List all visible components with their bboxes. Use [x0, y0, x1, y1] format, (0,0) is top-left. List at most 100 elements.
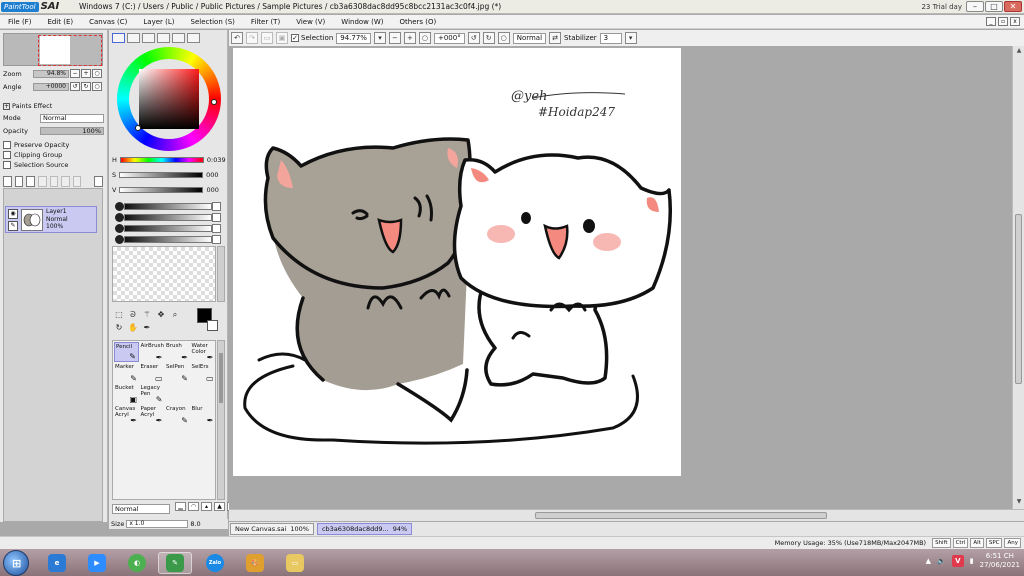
brush-tool-selpen[interactable]: SelPen ✎	[165, 363, 190, 383]
zoom-field[interactable]: 94.77%	[336, 32, 371, 44]
visibility-eye-icon[interactable]: ◉	[8, 209, 18, 219]
lasso-icon[interactable]: ᘐ	[128, 310, 138, 320]
eyedropper-icon[interactable]: ✒	[142, 323, 152, 333]
menu-window[interactable]: Window (W)	[333, 18, 391, 26]
layer-edit-pencil-icon[interactable]: ✎	[8, 221, 18, 231]
zoom-out-icon[interactable]: −	[388, 32, 401, 44]
brush-tool-crayon[interactable]: Crayon ✎	[165, 405, 190, 425]
rotate-tool-icon[interactable]: ↻	[114, 323, 124, 333]
sv-picker-marker[interactable]	[135, 125, 141, 131]
menu-canvas[interactable]: Canvas (C)	[81, 18, 135, 26]
clipping-group-checkbox[interactable]	[3, 151, 11, 159]
brush-shape-flat-icon[interactable]: ▁	[175, 502, 186, 511]
navigator-preview[interactable]	[3, 33, 103, 66]
brush-tool-brush[interactable]: Brush ✒	[165, 342, 190, 362]
color-mix-slider-1[interactable]	[115, 202, 221, 211]
tray-expand-icon[interactable]: ▲	[926, 557, 931, 565]
nav-zoom-in-icon[interactable]: +	[81, 69, 91, 78]
selection-source-check[interactable]: Selection Source	[3, 161, 68, 169]
invert-selection-button[interactable]: ▣	[276, 32, 288, 44]
brush-tool-canvas-acryl[interactable]: Canvas Acryl ✒	[114, 405, 139, 425]
rotate-right-icon[interactable]: ↻	[482, 32, 495, 44]
menu-filter[interactable]: Filter (T)	[243, 18, 288, 26]
blend-mode-field[interactable]: Normal	[512, 32, 547, 44]
start-button[interactable]: ⊞	[3, 550, 29, 576]
clipping-group-check[interactable]: Clipping Group	[3, 151, 62, 159]
new-layer-icon[interactable]	[3, 175, 12, 187]
brush-tool-legacy-pen[interactable]: Legacy Pen ✎	[140, 384, 165, 404]
brush-tool-bucket[interactable]: Bucket ▣	[114, 384, 139, 404]
brush-tool-empty-10[interactable]	[165, 384, 190, 404]
brush-size-multiplier[interactable]: x 1.0	[126, 520, 189, 528]
clear-layer-icon[interactable]	[61, 175, 70, 187]
taskbar-zoom[interactable]: ▶	[80, 552, 114, 574]
tool-grid-scrollbar[interactable]	[217, 340, 225, 500]
minimize-button[interactable]: –	[966, 1, 984, 12]
scratchpad-scrollbar[interactable]	[217, 246, 225, 302]
taskbar-zalo[interactable]: Zalo	[198, 552, 232, 574]
stabilizer-dropdown-icon[interactable]: ▾	[624, 32, 637, 44]
brush-tool-empty-11[interactable]	[191, 384, 216, 404]
preserve-opacity-checkbox[interactable]	[3, 141, 11, 149]
hand-tool-icon[interactable]: ✋	[128, 323, 138, 333]
doc-tab-current-image[interactable]: cb3a6308dac8dd9... 94%	[316, 523, 413, 535]
brush-tool-paper-acryl[interactable]: Paper Acryl ✒	[140, 405, 165, 425]
color-mix-slider-4[interactable]	[115, 235, 221, 244]
color-mix-slider-3[interactable]	[115, 224, 221, 233]
scroll-up-icon[interactable]: ▲	[1014, 47, 1024, 57]
mix-knob-icon[interactable]	[115, 224, 124, 233]
paints-effect-header[interactable]: + Paints Effect	[3, 102, 52, 110]
taskbar-coccoc[interactable]: ◐	[120, 552, 154, 574]
color-scratchpad[interactable]	[112, 246, 216, 302]
nav-zoom-reset-icon[interactable]: ○	[92, 69, 102, 78]
brush-tool-water-color[interactable]: Water Color ✒	[191, 342, 216, 362]
saturation-value-square[interactable]	[139, 69, 199, 129]
menu-edit[interactable]: Edit (E)	[39, 18, 81, 26]
drawing-canvas[interactable]: @yeh #Hoidap247	[233, 48, 681, 476]
zoom-dropdown-icon[interactable]: ▾	[373, 32, 386, 44]
background-color-swatch[interactable]	[207, 320, 218, 331]
canvas-horizontal-scrollbar[interactable]	[229, 509, 1024, 521]
move-icon[interactable]: ✥	[156, 310, 166, 320]
delete-layer-icon[interactable]	[72, 175, 82, 187]
nav-rotate-right-icon[interactable]: ↻	[81, 82, 91, 91]
selection-checkbox[interactable]: ✓	[291, 34, 299, 42]
scroll-down-icon[interactable]: ▼	[1014, 498, 1024, 508]
swatches-tab-icon[interactable]	[172, 33, 185, 43]
menu-view[interactable]: View (V)	[288, 18, 333, 26]
rotation-field[interactable]: +000°	[433, 32, 465, 44]
doc-close-button[interactable]: x	[1010, 17, 1020, 26]
network-icon[interactable]: ▮	[970, 557, 974, 565]
color-mix-slider-2[interactable]	[115, 213, 221, 222]
layer-mask-icon[interactable]	[94, 175, 103, 187]
nav-rotate-reset-icon[interactable]: ○	[92, 82, 102, 91]
hsv-slider-tab-icon[interactable]	[142, 33, 155, 43]
merge-down-icon[interactable]	[49, 175, 59, 187]
taskbar-explorer[interactable]: ▭	[278, 552, 312, 574]
vertical-scroll-thumb[interactable]	[1015, 214, 1022, 384]
nav-zoom-out-icon[interactable]: −	[70, 69, 80, 78]
color-mixer-tab-icon[interactable]	[157, 33, 170, 43]
brush-tool-marker[interactable]: Marker ✎	[114, 363, 139, 383]
opacity-slider[interactable]: 100%	[40, 127, 104, 135]
rotate-reset-icon[interactable]: ○	[497, 32, 510, 44]
new-linework-layer-icon[interactable]	[14, 175, 24, 187]
brush-tool-selers[interactable]: SelErs ▭	[191, 363, 216, 383]
menu-others[interactable]: Others (O)	[392, 18, 445, 26]
canvas-workspace[interactable]: @yeh #Hoidap247	[229, 46, 1012, 509]
new-folder-icon[interactable]	[26, 175, 35, 187]
taskbar-paint-tool-sai[interactable]: ✎	[158, 552, 192, 574]
navigator-viewport-frame[interactable]	[38, 35, 102, 66]
taskbar-ie[interactable]: e	[40, 552, 74, 574]
flip-icon[interactable]: ⇄	[549, 32, 562, 44]
menu-layer[interactable]: Layer (L)	[135, 18, 182, 26]
doc-minimize-button[interactable]: _	[986, 17, 996, 26]
zoom-tool-icon[interactable]: ⌕	[170, 310, 180, 320]
expand-icon[interactable]: +	[3, 102, 10, 110]
brush-tool-eraser[interactable]: Eraser ▭	[140, 363, 165, 383]
preserve-opacity-check[interactable]: Preserve Opacity	[3, 141, 69, 149]
mix-knob-icon[interactable]	[115, 202, 124, 211]
vpn-icon[interactable]: V	[951, 555, 964, 567]
undo-button[interactable]: ↶	[231, 32, 243, 44]
zoom-slider[interactable]: 94.8%	[33, 69, 69, 78]
